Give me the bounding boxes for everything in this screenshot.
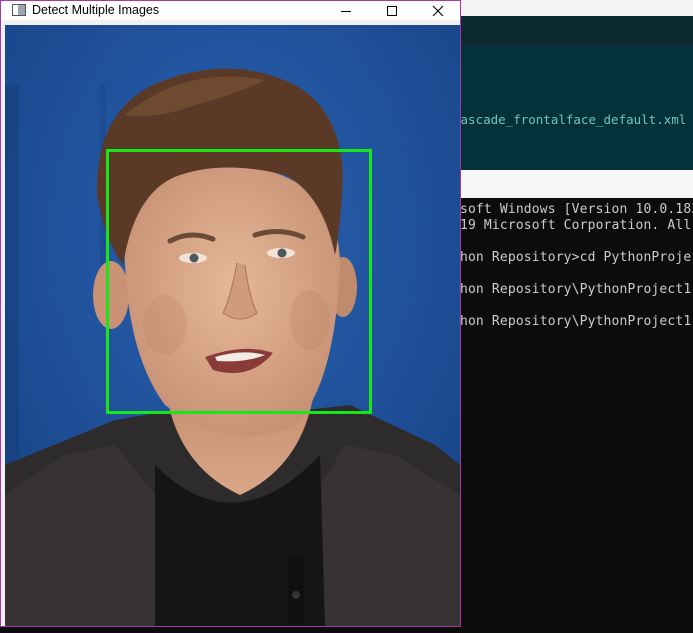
window-title: Detect Multiple Images <box>32 3 160 17</box>
taskbar-gap <box>0 626 460 633</box>
opencv-window-icon <box>12 4 26 16</box>
console-line-5: thon Repository\PythonProject1 <box>452 314 692 329</box>
code-editor[interactable] <box>460 46 693 170</box>
minimize-icon <box>341 10 351 12</box>
maximize-button[interactable] <box>369 1 415 20</box>
image-display <box>5 25 460 626</box>
detect-window[interactable]: Detect Multiple Images <box>0 0 461 627</box>
console-title-area <box>460 170 693 198</box>
editor-toolbar <box>460 16 693 46</box>
face-detection-box <box>106 149 372 414</box>
close-button[interactable] <box>415 1 460 20</box>
console-line-1: osoft Windows [Version 10.0.183 <box>452 202 693 217</box>
console-line-2: 019 Microsoft Corporation. All <box>452 218 692 233</box>
close-icon <box>432 5 444 16</box>
editor-tab-bar <box>460 0 693 16</box>
maximize-icon <box>387 5 397 16</box>
console-line-3: thon Repository>cd PythonProje <box>452 250 692 265</box>
code-line: cascade_frontalface_default.xml <box>453 112 687 127</box>
minimize-button[interactable] <box>323 1 369 20</box>
console-line-4: thon Repository\PythonProject1 <box>452 282 692 297</box>
window-titlebar[interactable]: Detect Multiple Images <box>1 1 460 20</box>
